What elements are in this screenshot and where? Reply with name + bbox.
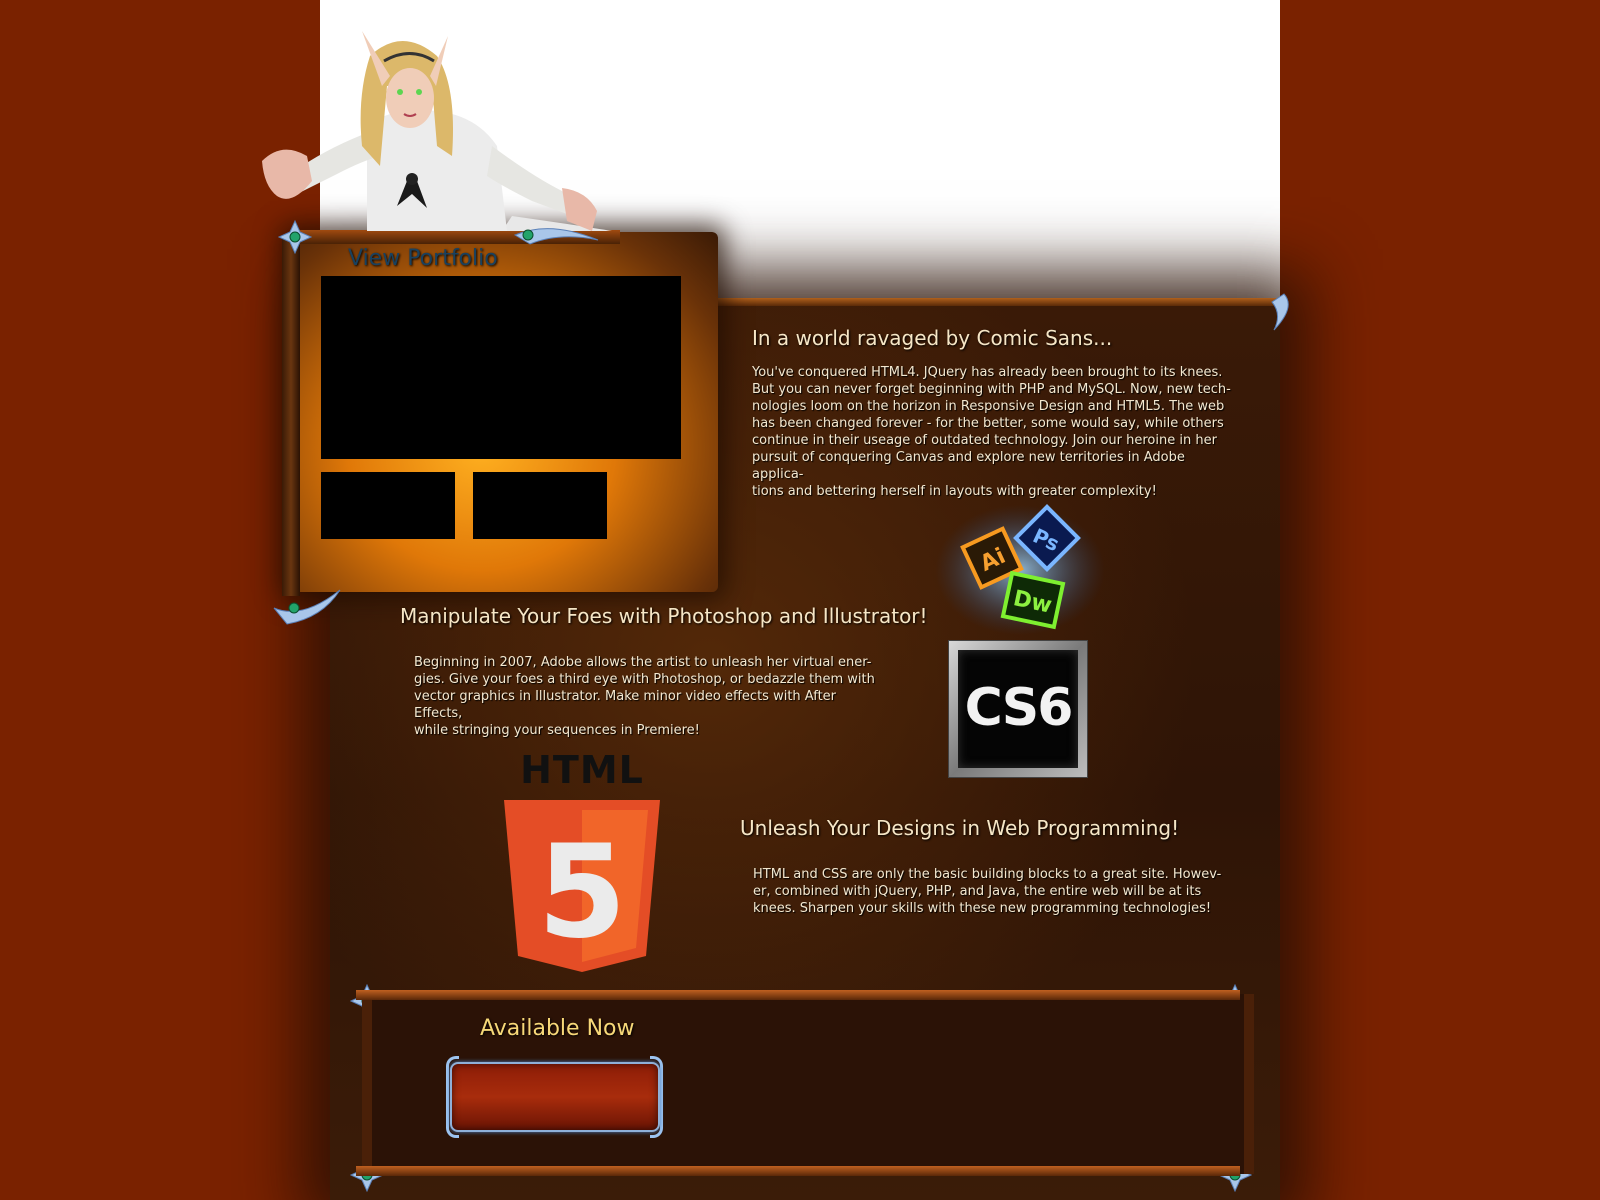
- section-intro-title: In a world ravaged by Comic Sans...: [752, 326, 1113, 350]
- section-web-body: HTML and CSS are only the basic building…: [753, 866, 1223, 917]
- body-line: nologies loom on the horizon in Responsi…: [752, 399, 1225, 414]
- gem-icon: [513, 228, 599, 245]
- footer-rail: [356, 990, 1240, 1000]
- section-adobe-body: Beginning in 2007, Adobe allows the arti…: [414, 654, 884, 739]
- view-portfolio-link[interactable]: View Portfolio: [348, 246, 498, 271]
- cs6-logo: CS6: [948, 640, 1088, 778]
- section-intro-body: You've conquered HTML4. JQuery has alrea…: [752, 364, 1232, 500]
- body-line: while stringing your sequences in Premie…: [414, 723, 700, 738]
- section-web-title: Unleash Your Designs in Web Programming!: [740, 816, 1180, 840]
- body-line: vector graphics in Illustrator. Make min…: [414, 689, 837, 721]
- available-now-button[interactable]: [450, 1062, 660, 1132]
- body-line: But you can never forget beginning with …: [752, 382, 1231, 397]
- portfolio-main-preview[interactable]: [321, 276, 681, 459]
- footer-rail: [356, 1166, 1240, 1176]
- body-line: has been changed forever - for the bette…: [752, 416, 1224, 431]
- body-line: You've conquered HTML4. JQuery has alrea…: [752, 365, 1223, 380]
- main-panel-top-rail: [700, 298, 1280, 306]
- body-line: HTML and CSS are only the basic building…: [753, 867, 1222, 882]
- section-adobe-title: Manipulate Your Foes with Photoshop and …: [400, 604, 928, 628]
- body-line: pursuit of conquering Canvas and explore…: [752, 450, 1185, 482]
- gem-icon: [1271, 293, 1289, 331]
- gem-icon: [273, 589, 341, 625]
- gem-icon: [278, 220, 312, 254]
- html5-logo-label: HTML: [520, 748, 644, 792]
- portfolio-thumbnail[interactable]: [473, 472, 607, 539]
- svg-text:5: 5: [537, 818, 626, 967]
- body-line: er, combined with jQuery, PHP, and Java,…: [753, 884, 1202, 899]
- body-line: gies. Give your foes a third eye with Ph…: [414, 672, 875, 687]
- body-line: continue in their useage of outdated tec…: [752, 433, 1217, 448]
- adobe-app-icons: Ai Ps Dw: [935, 504, 1105, 635]
- body-line: knees. Sharpen your skills with these ne…: [753, 901, 1212, 916]
- portfolio-thumbnail[interactable]: [321, 472, 455, 539]
- html5-logo: 5: [504, 800, 660, 972]
- portfolio-frame-rail: [282, 236, 300, 596]
- heroine-image: [262, 31, 612, 231]
- body-line: Beginning in 2007, Adobe allows the arti…: [414, 655, 872, 670]
- body-line: tions and bettering herself in layouts w…: [752, 484, 1157, 499]
- available-now-title: Available Now: [480, 1016, 635, 1041]
